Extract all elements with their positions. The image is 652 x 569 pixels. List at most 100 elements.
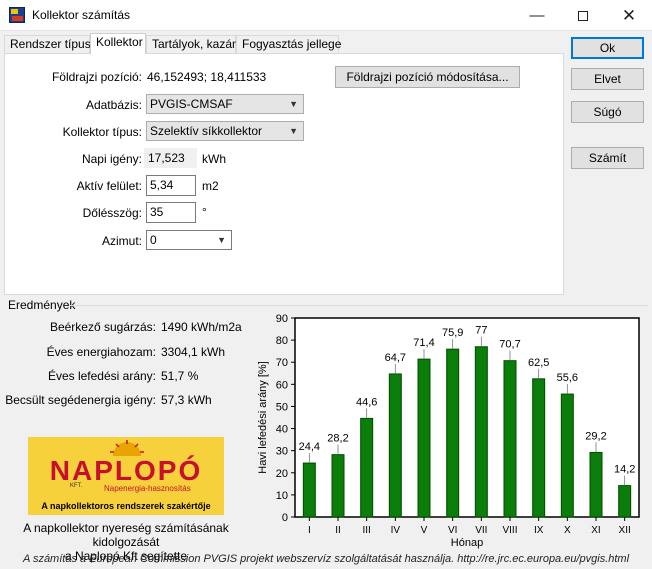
x-tick-label: VI — [448, 525, 457, 536]
logo-subtitle: Napenergia-hasznosítás — [104, 484, 191, 493]
data-label: 70,7 — [499, 339, 520, 351]
chevron-down-icon: ▼ — [289, 126, 298, 136]
result-label: Éves lefedési arány: — [47, 369, 156, 383]
data-label: 64,7 — [385, 352, 406, 364]
tilt-label: Dőlésszög: — [82, 206, 142, 220]
footer-note: A számítás a European Commission PVGIS p… — [22, 553, 630, 565]
x-tick-label: I — [308, 525, 311, 536]
results-divider — [70, 305, 648, 306]
x-tick-label: IX — [534, 525, 544, 536]
chevron-down-icon: ▼ — [289, 99, 298, 109]
bar — [474, 346, 488, 518]
naplopo-logo: NAPLOPÓ KFT. Napenergia-hasznosítás A na… — [28, 437, 224, 515]
modify-geo-button[interactable]: Földrajzi pozíció módosítása... — [335, 66, 520, 88]
data-label: 75,9 — [442, 327, 463, 339]
bar — [360, 417, 374, 518]
y-tick-label: 40 — [276, 424, 288, 436]
tilt-input[interactable]: 35 — [146, 202, 196, 223]
daily-need-label: Napi igény: — [81, 152, 142, 166]
database-select[interactable]: PVGIS-CMSAF ▼ — [146, 94, 304, 114]
data-label: 62,5 — [528, 357, 549, 369]
y-tick-label: 80 — [276, 335, 288, 347]
x-tick-label: VII — [475, 525, 487, 536]
x-tick-label: XI — [591, 525, 600, 536]
y-tick-label: 0 — [282, 512, 288, 524]
azimuth-label: Azimut: — [101, 234, 142, 248]
x-tick-label: IV — [391, 525, 401, 536]
geo-position-label: Földrajzi pozíció: — [51, 70, 142, 84]
close-button[interactable]: ✕ — [606, 0, 652, 31]
bar — [589, 451, 603, 518]
data-label: 28,2 — [327, 433, 348, 445]
y-tick-label: 20 — [276, 468, 288, 480]
active-surface-label: Aktív felület: — [76, 179, 142, 193]
geo-position-value: 46,152493; 18,411533 — [147, 70, 267, 84]
bar — [331, 454, 345, 518]
result-value: 3304,1 kWh — [161, 345, 226, 359]
plot-area — [294, 317, 640, 518]
bar — [560, 393, 574, 518]
y-tick-label: 60 — [276, 379, 288, 391]
bar — [388, 373, 402, 518]
data-label: 44,6 — [356, 396, 377, 408]
azimuth-value: 0 — [150, 233, 157, 247]
collector-type-select[interactable]: Szelektív síkkollektor ▼ — [146, 121, 304, 141]
result-value: 1490 kWh/m2a — [161, 320, 242, 334]
y-tick-label: 10 — [276, 490, 288, 502]
y-tick-label: 70 — [276, 357, 288, 369]
result-label: Beérkező sugárzás: — [49, 320, 156, 334]
help-button[interactable]: Súgó — [571, 101, 644, 123]
result-label: Éves energiahozam: — [46, 345, 156, 359]
minimize-button[interactable]: — — [514, 0, 560, 31]
collector-type-value: Szelektív síkkollektor — [150, 124, 263, 138]
ok-button[interactable]: Ok — [571, 37, 644, 59]
logo-slogan: A napkollektoros rendszerek szakértője — [41, 501, 211, 511]
maximize-icon — [578, 11, 588, 22]
x-tick-label: V — [421, 525, 428, 536]
result-value: 51,7 % — [161, 369, 199, 383]
app-icon — [9, 7, 25, 23]
active-surface-unit: m2 — [202, 179, 219, 193]
data-label: 55,6 — [557, 372, 578, 384]
title-bar: Kollektor számítás — ✕ — [0, 0, 652, 31]
collector-panel: Földrajzi pozíció: 46,152493; 18,411533 … — [4, 53, 564, 295]
database-value: PVGIS-CMSAF — [150, 97, 233, 111]
azimuth-select[interactable]: 0 ▼ — [146, 230, 232, 250]
sun-icon — [110, 440, 144, 456]
active-surface-input[interactable]: 5,34 — [146, 175, 196, 196]
bar — [618, 485, 632, 518]
bar — [302, 462, 316, 518]
x-axis-label: Hónap — [451, 537, 483, 549]
collector-type-label: Kollektor típus: — [62, 125, 142, 139]
tab-system-type[interactable]: Rendszer típusa — [4, 35, 97, 53]
bar — [417, 358, 431, 518]
tab-collector[interactable]: Kollektor — [90, 33, 146, 54]
bar — [446, 348, 460, 518]
calculate-button[interactable]: Számít — [571, 147, 644, 169]
y-tick-label: 90 — [276, 313, 288, 325]
daily-need-unit: kWh — [202, 152, 226, 166]
x-tick-label: VIII — [502, 525, 517, 536]
y-tick-label: 50 — [276, 401, 288, 413]
window-title: Kollektor számítás — [32, 8, 131, 22]
coverage-bar-chart: 0 10 20 30 40 50 60 70 80 90 24,4 I 28,2 II 44,6 III 64,… — [257, 313, 640, 549]
chevron-down-icon: ▼ — [217, 235, 226, 245]
data-label: 14,2 — [614, 464, 635, 476]
result-value: 57,3 kWh — [161, 393, 212, 407]
cancel-button[interactable]: Elvet — [571, 68, 644, 90]
bar — [532, 378, 546, 518]
results-title: Eredmények — [8, 298, 76, 312]
tab-consumption[interactable]: Fogyasztás jellege — [236, 35, 341, 53]
x-tick-label: X — [564, 525, 571, 536]
x-tick-label: II — [335, 525, 341, 536]
x-tick-label: III — [362, 525, 370, 536]
bar — [503, 360, 517, 518]
y-axis-label: Havi lefedési arány [%] — [257, 361, 269, 474]
data-label: 77 — [475, 325, 487, 337]
y-tick-label: 30 — [276, 446, 288, 458]
credits-line: A napkollektor nyereség számításának kid… — [23, 521, 229, 549]
x-tick-label: XII — [619, 525, 631, 536]
maximize-button[interactable] — [560, 0, 606, 31]
daily-need-value: 17,523 — [144, 148, 197, 168]
tab-tanks[interactable]: Tartályok, kazán — [146, 35, 239, 53]
